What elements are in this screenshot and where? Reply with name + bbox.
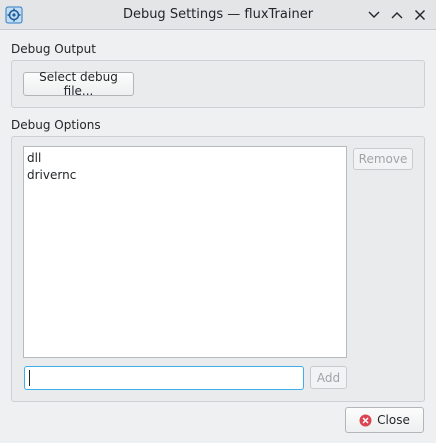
close-window-icon[interactable] [412, 7, 428, 23]
close-button-label: Close [377, 413, 410, 427]
minimize-icon[interactable] [366, 7, 382, 23]
debug-options-list[interactable]: dll drivernc [23, 146, 347, 358]
close-circle-icon [359, 414, 372, 426]
list-item[interactable]: dll [27, 150, 343, 167]
select-debug-file-button[interactable]: Select debug file... [23, 70, 134, 98]
maximize-icon[interactable] [389, 7, 405, 23]
text-caret [29, 370, 30, 386]
close-button[interactable]: Close [345, 407, 424, 433]
debug-options-label: Debug Options [11, 118, 101, 132]
remove-button[interactable]: Remove [353, 148, 413, 170]
title-bar: Debug Settings — fluxTrainer [0, 0, 436, 30]
list-item[interactable]: drivernc [27, 167, 343, 184]
debug-option-input[interactable] [24, 366, 304, 390]
add-button[interactable]: Add [310, 366, 347, 389]
debug-output-label: Debug Output [11, 42, 96, 56]
